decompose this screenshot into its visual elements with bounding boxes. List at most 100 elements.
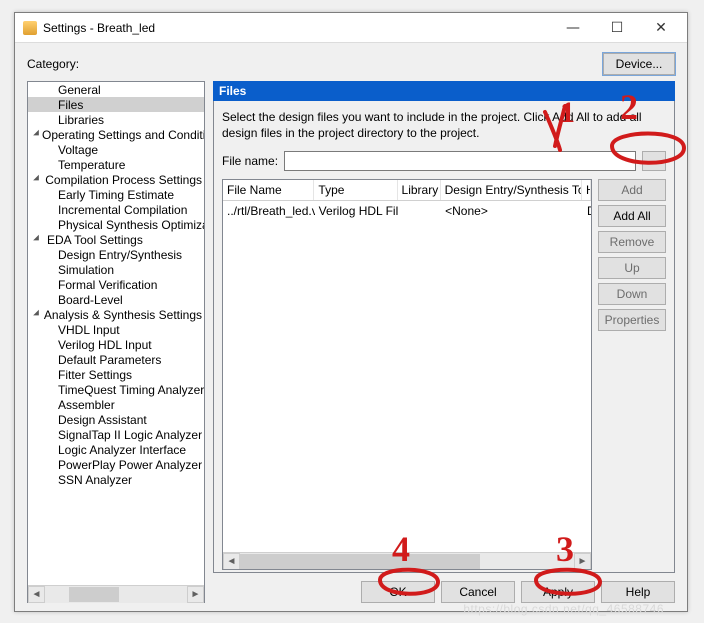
panel-description: Select the design files you want to incl… xyxy=(222,109,666,141)
tree-item-label: General xyxy=(58,83,101,97)
right-panel: Files Select the design files you want t… xyxy=(213,81,675,603)
help-button[interactable]: Help xyxy=(601,581,675,603)
tree-item[interactable]: Compilation Process Settings xyxy=(28,172,204,187)
tree-item-label: Fitter Settings xyxy=(58,368,132,382)
chevron-down-icon[interactable] xyxy=(34,130,38,139)
tree-item[interactable]: Design Assistant xyxy=(28,412,204,427)
side-buttons: Add Add All Remove Up Down Properties xyxy=(598,179,666,570)
tree-item[interactable]: Files xyxy=(28,97,204,112)
tree-item[interactable]: VHDL Input xyxy=(28,322,204,337)
tree-item[interactable]: General xyxy=(28,82,204,97)
tree-item-label: Operating Settings and Conditions xyxy=(42,128,204,142)
scroll-track[interactable] xyxy=(240,553,574,569)
tree-item[interactable]: Default Parameters xyxy=(28,352,204,367)
scroll-thumb[interactable] xyxy=(69,587,119,602)
tree-item[interactable]: Simulation xyxy=(28,262,204,277)
down-button[interactable]: Down xyxy=(598,283,666,305)
window-title: Settings - Breath_led xyxy=(43,21,551,35)
scroll-left-icon[interactable]: ◄ xyxy=(28,586,45,603)
apply-button[interactable]: Apply xyxy=(521,581,595,603)
scroll-right-icon[interactable]: ► xyxy=(574,553,591,570)
tree-item-label: EDA Tool Settings xyxy=(47,233,143,247)
table-scrollbar[interactable]: ◄ ► xyxy=(223,552,591,569)
chevron-down-icon[interactable] xyxy=(34,310,40,319)
close-button[interactable]: ✕ xyxy=(639,14,683,42)
table-header: File Name Type Library Design Entry/Synt… xyxy=(223,180,591,201)
tree-item-label: Design Entry/Synthesis xyxy=(58,248,182,262)
tree-item-label: Default Parameters xyxy=(58,353,161,367)
tree-item-label: Assembler xyxy=(58,398,115,412)
category-tree: GeneralFilesLibrariesOperating Settings … xyxy=(27,81,205,603)
chevron-down-icon[interactable] xyxy=(34,175,41,184)
files-panel: Select the design files you want to incl… xyxy=(213,101,675,573)
tree-item-label: SSN Analyzer xyxy=(58,473,132,487)
tree-item-label: Libraries xyxy=(58,113,104,127)
tree-item-label: PowerPlay Power Analyzer Settings xyxy=(58,458,204,472)
table-body[interactable]: ../rtl/Breath_led.vVerilog HDL File<None… xyxy=(223,201,591,552)
cancel-button[interactable]: Cancel xyxy=(441,581,515,603)
tree-item[interactable]: Physical Synthesis Optimization xyxy=(28,217,204,232)
tree-item-label: Design Assistant xyxy=(58,413,147,427)
col-filename[interactable]: File Name xyxy=(223,180,314,200)
scroll-left-icon[interactable]: ◄ xyxy=(223,553,240,570)
body: GeneralFilesLibrariesOperating Settings … xyxy=(27,81,675,603)
chevron-down-icon[interactable] xyxy=(34,235,43,244)
titlebar: Settings - Breath_led — ☐ ✕ xyxy=(15,13,687,43)
tree-item[interactable]: SSN Analyzer xyxy=(28,472,204,487)
col-type[interactable]: Type xyxy=(314,180,397,200)
app-icon xyxy=(23,21,37,35)
tree-item-label: TimeQuest Timing Analyzer xyxy=(58,383,204,397)
cell-de: <None> xyxy=(441,201,583,221)
col-design-entry[interactable]: Design Entry/Synthesis Tool xyxy=(441,180,582,200)
tree-item[interactable]: TimeQuest Timing Analyzer xyxy=(28,382,204,397)
tree-item-label: Incremental Compilation xyxy=(58,203,187,217)
tree-list[interactable]: GeneralFilesLibrariesOperating Settings … xyxy=(28,82,204,585)
tree-item-label: SignalTap II Logic Analyzer xyxy=(58,428,202,442)
tree-item[interactable]: Design Entry/Synthesis xyxy=(28,247,204,262)
scroll-track[interactable] xyxy=(45,586,187,603)
settings-window: Settings - Breath_led — ☐ ✕ Category: De… xyxy=(14,12,688,612)
ok-button[interactable]: OK xyxy=(361,581,435,603)
table-row[interactable]: ../rtl/Breath_led.vVerilog HDL File<None… xyxy=(223,201,591,221)
minimize-button[interactable]: — xyxy=(551,14,595,42)
scroll-right-icon[interactable]: ► xyxy=(187,586,204,603)
cell-lib xyxy=(398,201,441,221)
col-library[interactable]: Library xyxy=(398,180,441,200)
tree-item[interactable]: PowerPlay Power Analyzer Settings xyxy=(28,457,204,472)
tree-item[interactable]: Verilog HDL Input xyxy=(28,337,204,352)
add-button[interactable]: Add xyxy=(598,179,666,201)
filename-label: File name: xyxy=(222,154,278,168)
panel-header: Files xyxy=(213,81,675,101)
dialog-buttons: OK Cancel Apply Help xyxy=(213,573,675,603)
filename-input[interactable] xyxy=(284,151,636,171)
scroll-thumb[interactable] xyxy=(240,554,480,569)
browse-button[interactable]: ... xyxy=(642,151,666,171)
tree-item[interactable]: EDA Tool Settings xyxy=(28,232,204,247)
tree-item[interactable]: Fitter Settings xyxy=(28,367,204,382)
tree-item[interactable]: Operating Settings and Conditions xyxy=(28,127,204,142)
tree-item[interactable]: Formal Verification xyxy=(28,277,204,292)
tree-scrollbar[interactable]: ◄ ► xyxy=(28,585,204,602)
add-all-button[interactable]: Add All xyxy=(598,205,666,227)
content-area: Category: Device... GeneralFilesLibrarie… xyxy=(15,43,687,611)
tree-item[interactable]: Libraries xyxy=(28,112,204,127)
tree-item[interactable]: SignalTap II Logic Analyzer xyxy=(28,427,204,442)
maximize-button[interactable]: ☐ xyxy=(595,14,639,42)
tree-item[interactable]: Early Timing Estimate xyxy=(28,187,204,202)
tree-item[interactable]: Incremental Compilation xyxy=(28,202,204,217)
tree-item[interactable]: Analysis & Synthesis Settings xyxy=(28,307,204,322)
tree-item[interactable]: Board-Level xyxy=(28,292,204,307)
files-table: File Name Type Library Design Entry/Synt… xyxy=(222,179,592,570)
tree-item[interactable]: Logic Analyzer Interface xyxy=(28,442,204,457)
top-row: Category: Device... xyxy=(27,53,675,75)
up-button[interactable]: Up xyxy=(598,257,666,279)
tree-item-label: Early Timing Estimate xyxy=(58,188,174,202)
tree-item[interactable]: Assembler xyxy=(28,397,204,412)
tree-item[interactable]: Voltage xyxy=(28,142,204,157)
device-button[interactable]: Device... xyxy=(603,53,675,75)
tree-item[interactable]: Temperature xyxy=(28,157,204,172)
tree-item-label: Simulation xyxy=(58,263,114,277)
remove-button[interactable]: Remove xyxy=(598,231,666,253)
properties-button[interactable]: Properties xyxy=(598,309,666,331)
col-h[interactable]: H xyxy=(582,180,591,200)
